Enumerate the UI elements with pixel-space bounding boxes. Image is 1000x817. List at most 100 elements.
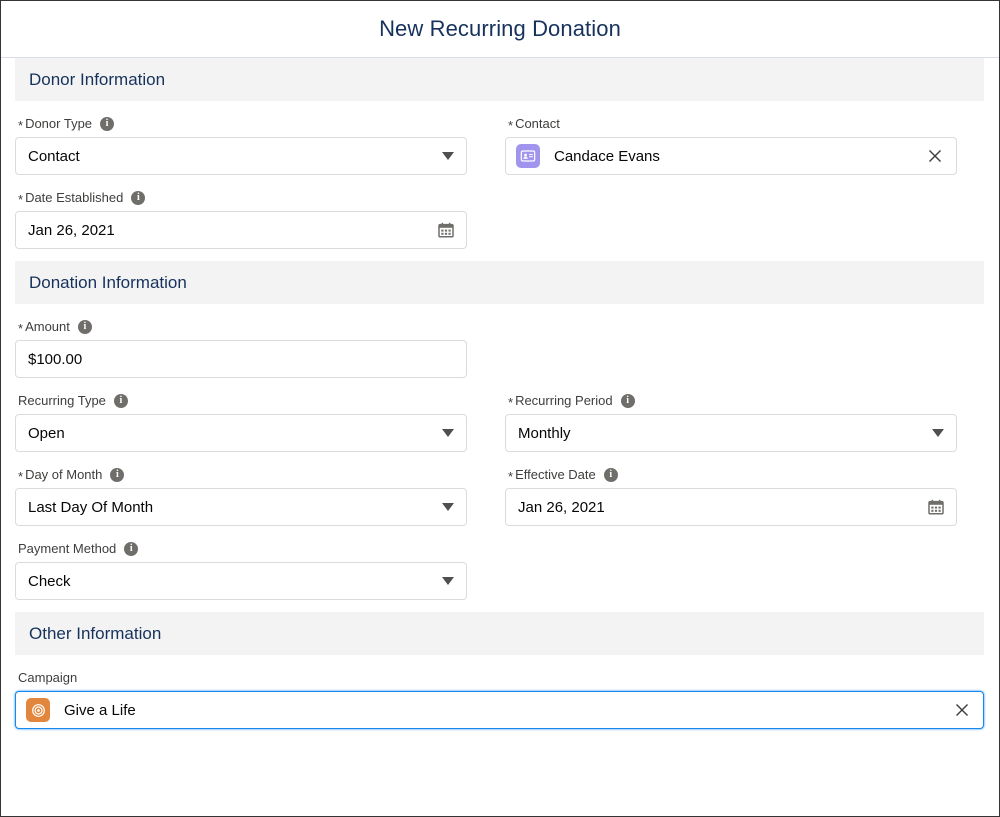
field-effective-date: *Effective Date i Jan 26, 2021 xyxy=(505,452,957,526)
info-icon[interactable]: i xyxy=(604,468,618,482)
info-icon[interactable]: i xyxy=(131,191,145,205)
section-title: Other Information xyxy=(29,624,161,644)
section-title: Donor Information xyxy=(29,70,165,90)
field-grid-other-information: Campaign Give a Life xyxy=(1,655,999,741)
picklist-recurring-type[interactable]: Open xyxy=(15,414,467,452)
info-icon[interactable]: i xyxy=(78,320,92,334)
field-column: *Date Established i Jan 26, 2021 xyxy=(15,175,467,249)
field-value-donor-type: Contact xyxy=(28,148,434,165)
chevron-down-icon[interactable] xyxy=(442,503,454,511)
label-text: Recurring Type xyxy=(18,393,106,409)
section-title: Donation Information xyxy=(29,273,187,293)
field-payment-method: Payment Method i Check xyxy=(15,526,467,600)
section-spacer xyxy=(15,729,984,741)
info-icon[interactable]: i xyxy=(100,117,114,131)
calendar-icon[interactable] xyxy=(928,499,944,515)
label-text: Amount xyxy=(25,319,70,335)
field-label-date-established: *Date Established i xyxy=(15,189,467,207)
new-recurring-donation-modal: New Recurring Donation Donor Information… xyxy=(0,0,1000,817)
field-value-contact: Candace Evans xyxy=(554,148,918,165)
info-icon[interactable]: i xyxy=(124,542,138,556)
field-column: *Contact Candace Evans xyxy=(505,101,957,175)
chevron-down-icon[interactable] xyxy=(442,152,454,160)
date-input-effective-date[interactable]: Jan 26, 2021 xyxy=(505,488,957,526)
field-row: Campaign Give a Life xyxy=(15,655,984,729)
section-spacer xyxy=(15,600,984,612)
picklist-payment-method[interactable]: Check xyxy=(15,562,467,600)
modal-body: Donor Information*Donor TypeiContact*Con… xyxy=(1,58,999,741)
field-value-campaign: Give a Life xyxy=(64,702,945,719)
lookup-input-campaign[interactable]: Give a Life xyxy=(15,691,984,729)
field-label-contact: *Contact xyxy=(505,115,957,133)
clear-icon[interactable] xyxy=(953,701,971,719)
required-indicator: * xyxy=(508,470,513,483)
field-row: *Date Established i Jan 26, 2021 xyxy=(15,175,984,249)
field-column: *Amounti $100.00 xyxy=(15,304,467,378)
date-input-date-established[interactable]: Jan 26, 2021 xyxy=(15,211,467,249)
field-donor-type: *Donor Type i Contact xyxy=(15,101,467,175)
info-icon[interactable]: i xyxy=(114,394,128,408)
field-row: Payment Method i Check xyxy=(15,526,984,600)
field-date-established: *Date Established i Jan 26, 2021 xyxy=(15,175,467,249)
field-label-day-of-month: *Day of Monthi xyxy=(15,466,467,484)
field-column: *Donor Type i Contact xyxy=(15,101,467,175)
chevron-down-icon[interactable] xyxy=(442,429,454,437)
label-text: Contact xyxy=(515,116,560,132)
field-label-recurring-period: *Recurring Periodi xyxy=(505,392,957,410)
field-contact: *Contact Candace Evans xyxy=(505,101,957,175)
field-value-payment-method: Check xyxy=(28,573,434,590)
field-row: *Amounti $100.00 xyxy=(15,304,984,378)
calendar-icon[interactable] xyxy=(438,222,454,238)
clear-icon[interactable] xyxy=(926,147,944,165)
label-text: Campaign xyxy=(18,670,77,686)
info-icon[interactable]: i xyxy=(110,468,124,482)
picklist-recurring-period[interactable]: Monthly xyxy=(505,414,957,452)
field-day-of-month: *Day of Monthi Last Day Of Month xyxy=(15,452,467,526)
section-header-donation-information: Donation Information xyxy=(15,261,984,304)
picklist-day-of-month[interactable]: Last Day Of Month xyxy=(15,488,467,526)
label-text: Donor Type xyxy=(25,116,92,132)
page-title: New Recurring Donation xyxy=(379,16,621,42)
field-grid-donor-information: *Donor TypeiContact*ContactCandace Evans… xyxy=(1,101,999,261)
section-header-donor-information: Donor Information xyxy=(15,58,984,101)
picklist-donor-type[interactable]: Contact xyxy=(15,137,467,175)
info-icon[interactable]: i xyxy=(621,394,635,408)
chevron-down-icon[interactable] xyxy=(932,429,944,437)
modal-header: New Recurring Donation xyxy=(1,1,999,58)
label-text: Date Established xyxy=(25,190,123,206)
field-row: Recurring TypeiOpen*Recurring PeriodiMon… xyxy=(15,378,984,452)
section-header-other-information: Other Information xyxy=(15,612,984,655)
field-recurring-type: Recurring Type i Open xyxy=(15,378,467,452)
field-column: *Recurring PeriodiMonthly xyxy=(505,378,957,452)
field-label-recurring-type: Recurring Type i xyxy=(15,392,467,410)
field-value-amount: $100.00 xyxy=(28,351,454,368)
field-row: *Donor TypeiContact*ContactCandace Evans xyxy=(15,101,984,175)
field-value-recurring-period: Monthly xyxy=(518,425,924,442)
field-label-amount: *Amounti xyxy=(15,318,467,336)
required-indicator: * xyxy=(18,322,23,335)
required-indicator: * xyxy=(18,119,23,132)
label-text: Effective Date xyxy=(515,467,596,483)
required-indicator: * xyxy=(18,193,23,206)
required-indicator: * xyxy=(508,119,513,132)
field-value-day-of-month: Last Day Of Month xyxy=(28,499,434,516)
text-input-amount[interactable]: $100.00 xyxy=(15,340,467,378)
label-text: Recurring Period xyxy=(515,393,613,409)
contact-card-icon xyxy=(516,144,540,168)
field-row: *Day of Monthi Last Day Of Month *Effectiv… xyxy=(15,452,984,526)
field-column: *Day of Monthi Last Day Of Month xyxy=(15,452,467,526)
field-campaign: Campaign Give a Life xyxy=(15,655,984,729)
chevron-down-icon[interactable] xyxy=(442,577,454,585)
field-label-effective-date: *Effective Date i xyxy=(505,466,957,484)
field-label-donor-type: *Donor Type i xyxy=(15,115,467,133)
section-spacer xyxy=(15,249,984,261)
field-value-recurring-type: Open xyxy=(28,425,434,442)
field-label-campaign: Campaign xyxy=(15,669,984,687)
field-value-date-established: Jan 26, 2021 xyxy=(28,222,430,239)
field-label-payment-method: Payment Method i xyxy=(15,540,467,558)
label-text: Payment Method xyxy=(18,541,116,557)
field-value-effective-date: Jan 26, 2021 xyxy=(518,499,920,516)
lookup-input-contact[interactable]: Candace Evans xyxy=(505,137,957,175)
field-column: Recurring Type i Open xyxy=(15,378,467,452)
campaign-target-icon xyxy=(26,698,50,722)
